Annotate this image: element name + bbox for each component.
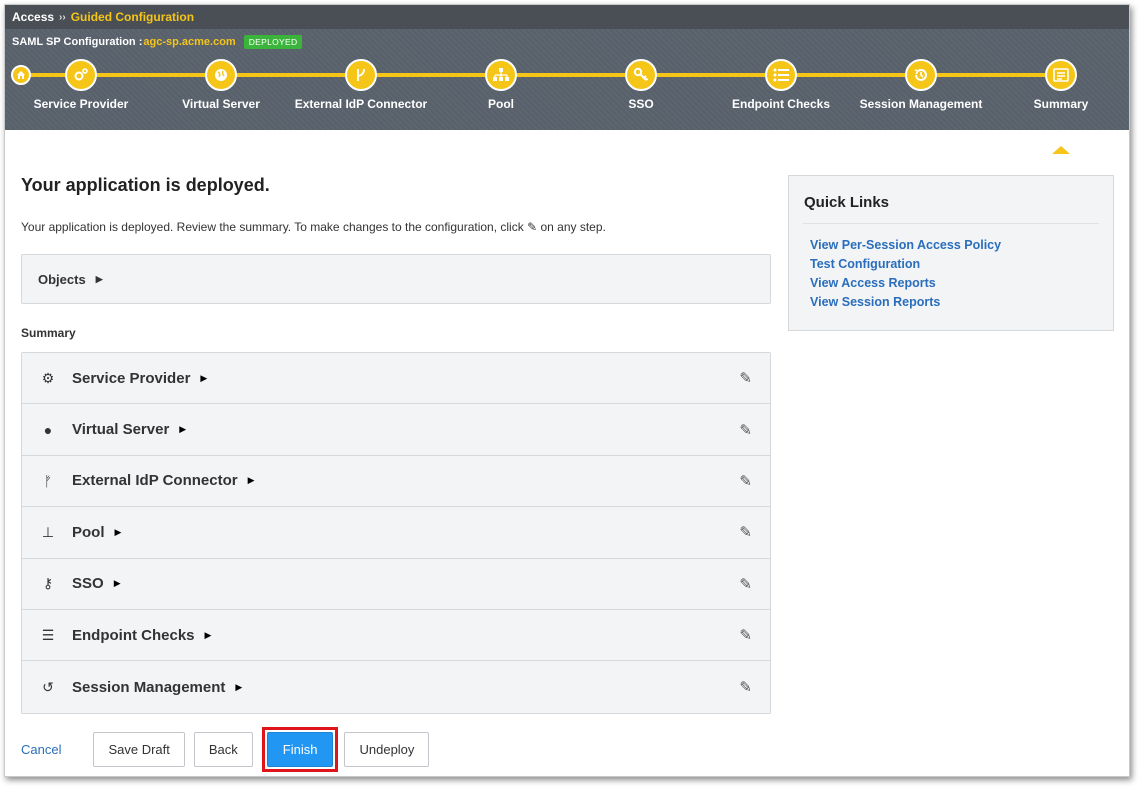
summary-icon: [1045, 59, 1077, 91]
step-label: Virtual Server: [182, 97, 260, 111]
link-session-reports[interactable]: View Session Reports: [810, 293, 1113, 312]
step-pool[interactable]: Pool: [421, 59, 581, 111]
cancel-link[interactable]: Cancel: [21, 742, 61, 757]
summary-item-label: Pool: [72, 523, 105, 541]
step-session-management[interactable]: Session Management: [841, 59, 1001, 111]
config-host: agc-sp.acme.com: [143, 36, 236, 48]
list-icon: ☰: [41, 626, 55, 643]
caret-right-icon: ▶: [204, 629, 212, 640]
summary-item-label: Virtual Server: [72, 421, 170, 439]
back-button[interactable]: Back: [193, 732, 253, 767]
action-bar: Cancel Save Draft Back Finish Undeploy: [21, 727, 438, 772]
gears-icon: ⚙: [41, 369, 55, 386]
history-icon: ↺: [42, 678, 54, 695]
objects-label: Objects: [38, 271, 86, 287]
pencil-icon: ✎: [527, 220, 538, 234]
fork-icon: [345, 59, 377, 91]
finish-highlight: Finish: [261, 727, 339, 772]
step-label: SSO: [628, 97, 654, 111]
summary-item-virtual-server[interactable]: ● Virtual Server ▶ ✎: [22, 404, 770, 456]
breadcrumb: Access ›› Guided Configuration: [5, 5, 1129, 29]
breadcrumb-current[interactable]: Guided Configuration: [71, 10, 194, 24]
edit-pencil-icon[interactable]: ✎: [739, 523, 752, 541]
sitemap-icon: [485, 59, 517, 91]
quick-links-list: View Per-Session Access Policy Test Conf…: [810, 236, 1113, 312]
edit-pencil-icon[interactable]: ✎: [739, 678, 752, 696]
link-test-configuration[interactable]: Test Configuration: [810, 255, 1113, 274]
link-per-session-access-policy[interactable]: View Per-Session Access Policy: [810, 236, 1113, 255]
caret-right-icon: ▶: [95, 273, 103, 284]
quick-links-title: Quick Links: [804, 194, 890, 211]
page-description: Your application is deployed. Review the…: [21, 220, 771, 234]
summary-item-session-management[interactable]: ↺ Session Management ▶ ✎: [22, 661, 770, 713]
step-label: Service Provider: [33, 97, 129, 111]
caret-right-icon: ▶: [200, 372, 208, 383]
status-badge: DEPLOYED: [243, 35, 303, 49]
globe-icon: ●: [43, 421, 53, 438]
save-draft-button[interactable]: Save Draft: [93, 732, 185, 767]
summary-item-endpoint-checks[interactable]: ☰ Endpoint Checks ▶ ✎: [22, 609, 770, 662]
finish-button[interactable]: Finish: [266, 732, 334, 767]
step-label: Pool: [488, 97, 514, 111]
step-service-provider[interactable]: Service Provider: [1, 59, 161, 111]
quick-links-panel: Quick Links View Per-Session Access Poli…: [788, 175, 1114, 331]
desc-text-after: on any step.: [540, 220, 606, 234]
divider: [803, 223, 1099, 224]
key-icon: ⚷: [42, 575, 54, 592]
config-title-label: SAML SP Configuration :: [12, 36, 143, 48]
gears-icon: [65, 59, 97, 91]
config-title: SAML SP Configuration : agc-sp.acme.com …: [12, 35, 303, 49]
active-step-indicator: [1052, 146, 1070, 154]
step-endpoint-checks[interactable]: Endpoint Checks: [701, 59, 861, 111]
edit-pencil-icon[interactable]: ✎: [739, 421, 752, 439]
edit-pencil-icon[interactable]: ✎: [739, 369, 752, 387]
step-sso[interactable]: SSO: [561, 59, 721, 111]
desc-text-before: Your application is deployed. Review the…: [21, 220, 524, 234]
step-external-idp-connector[interactable]: External IdP Connector: [281, 59, 441, 111]
step-virtual-server[interactable]: Virtual Server: [141, 59, 301, 111]
main-content: Your application is deployed. Your appli…: [21, 175, 771, 714]
edit-pencil-icon[interactable]: ✎: [739, 472, 752, 490]
step-label: External IdP Connector: [294, 97, 428, 111]
step-label: Summary: [1033, 97, 1089, 111]
summary-heading: Summary: [21, 326, 76, 340]
key-icon: [625, 59, 657, 91]
wizard-header: SAML SP Configuration : agc-sp.acme.com …: [5, 29, 1129, 154]
summary-item-label: Endpoint Checks: [72, 626, 195, 644]
caret-right-icon: ▶: [179, 424, 187, 435]
summary-item-label: Session Management: [72, 678, 226, 696]
summary-item-label: Service Provider: [72, 369, 191, 387]
page-title: Your application is deployed.: [21, 175, 270, 195]
objects-expander[interactable]: Objects ▶: [21, 254, 771, 304]
step-label: Session Management: [859, 97, 983, 111]
sitemap-icon: ⊥: [41, 523, 55, 540]
caret-right-icon: ▶: [247, 475, 255, 486]
list-icon: [765, 59, 797, 91]
globe-icon: [205, 59, 237, 91]
fork-icon: ᚠ: [43, 472, 53, 489]
caret-right-icon: ▶: [113, 578, 121, 589]
breadcrumb-separator: ››: [59, 11, 66, 23]
caret-right-icon: ▶: [114, 526, 122, 537]
link-access-reports[interactable]: View Access Reports: [810, 274, 1113, 293]
summary-list: ⚙ Service Provider ▶ ✎ ● Virtual Server …: [21, 352, 771, 714]
caret-right-icon: ▶: [235, 681, 243, 692]
undeploy-button[interactable]: Undeploy: [344, 732, 430, 767]
summary-item-sso[interactable]: ⚷ SSO ▶ ✎: [22, 558, 770, 610]
summary-item-pool[interactable]: ⊥ Pool ▶ ✎: [22, 507, 770, 559]
step-summary[interactable]: Summary: [981, 59, 1140, 111]
edit-pencil-icon[interactable]: ✎: [739, 626, 752, 644]
step-label: Endpoint Checks: [731, 97, 830, 111]
history-icon: [905, 59, 937, 91]
summary-item-label: External IdP Connector: [72, 472, 238, 490]
edit-pencil-icon[interactable]: ✎: [739, 575, 752, 593]
summary-item-service-provider[interactable]: ⚙ Service Provider ▶ ✎: [22, 353, 770, 405]
summary-item-label: SSO: [72, 575, 104, 593]
app-window: Access ›› Guided Configuration SAML SP C…: [4, 4, 1130, 777]
summary-item-external-idp-connector[interactable]: ᚠ External IdP Connector ▶ ✎: [22, 455, 770, 508]
breadcrumb-root[interactable]: Access: [12, 10, 54, 24]
